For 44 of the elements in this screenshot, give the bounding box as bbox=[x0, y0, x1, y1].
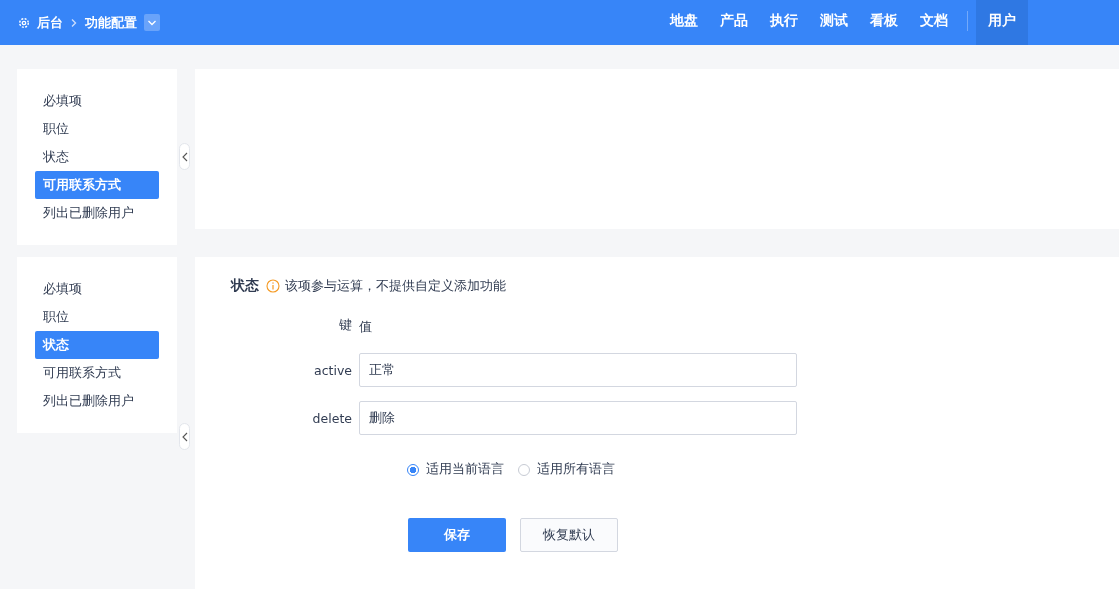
caret-icon bbox=[147, 18, 157, 27]
menu-item[interactable]: 职位 bbox=[35, 115, 159, 143]
radio-option[interactable]: 适用所有语言 bbox=[518, 461, 615, 478]
menu-item[interactable]: 必填项 bbox=[35, 87, 159, 115]
value-field[interactable]: 正常 bbox=[359, 353, 797, 387]
radio-option[interactable]: 适用当前语言 bbox=[407, 461, 504, 478]
notice-text: 该项参与运算，不提供自定义添加功能 bbox=[285, 277, 506, 295]
radio-label: 适用所有语言 bbox=[537, 461, 615, 478]
home-link[interactable]: 后台 bbox=[37, 13, 63, 32]
collapse-button[interactable] bbox=[179, 143, 190, 170]
nav-tab[interactable]: 文档 bbox=[909, 0, 959, 45]
nav-tab[interactable]: 用户 bbox=[976, 0, 1028, 45]
nav-tab[interactable]: 执行 bbox=[759, 0, 809, 45]
save-button[interactable]: 保存 bbox=[408, 518, 506, 552]
reset-button[interactable]: 恢复默认 bbox=[520, 518, 618, 552]
chevron-left-icon bbox=[181, 431, 188, 442]
menu-item[interactable]: 状态 bbox=[35, 331, 159, 359]
form-title: 状态 bbox=[231, 277, 259, 295]
menu-item[interactable]: 职位 bbox=[35, 303, 159, 331]
menu-item[interactable]: 必填项 bbox=[35, 275, 159, 303]
collapse-button[interactable] bbox=[179, 423, 190, 450]
value-field[interactable]: 删除 bbox=[359, 401, 797, 435]
nav-tab[interactable]: 地盘 bbox=[659, 0, 709, 45]
key-label: active bbox=[313, 362, 352, 378]
key-label: delete bbox=[311, 410, 352, 426]
chevron-left-icon bbox=[181, 151, 188, 162]
radio-label: 适用当前语言 bbox=[426, 461, 504, 478]
radio-button[interactable] bbox=[407, 463, 419, 476]
menu-item[interactable]: 列出已删除用户 bbox=[35, 199, 159, 227]
menu-item[interactable]: 可用联系方式 bbox=[35, 171, 159, 199]
info-icon bbox=[266, 279, 280, 293]
nav-tab[interactable]: 测试 bbox=[809, 0, 859, 45]
settings-icon[interactable] bbox=[18, 16, 30, 29]
column-header: 键 bbox=[338, 316, 352, 334]
breadcrumb-link[interactable]: 功能配置 bbox=[85, 13, 137, 32]
nav-tab[interactable]: 产品 bbox=[709, 0, 759, 45]
menu-item[interactable]: 状态 bbox=[35, 143, 159, 171]
chevron-right-icon bbox=[70, 17, 78, 28]
column-header: 值 bbox=[359, 318, 373, 336]
nav-tab[interactable]: 看板 bbox=[859, 0, 909, 45]
menu-item[interactable]: 列出已删除用户 bbox=[35, 387, 159, 415]
menu-item[interactable]: 可用联系方式 bbox=[35, 359, 159, 387]
dropdown-button[interactable] bbox=[144, 14, 160, 31]
radio-button[interactable] bbox=[518, 463, 530, 476]
